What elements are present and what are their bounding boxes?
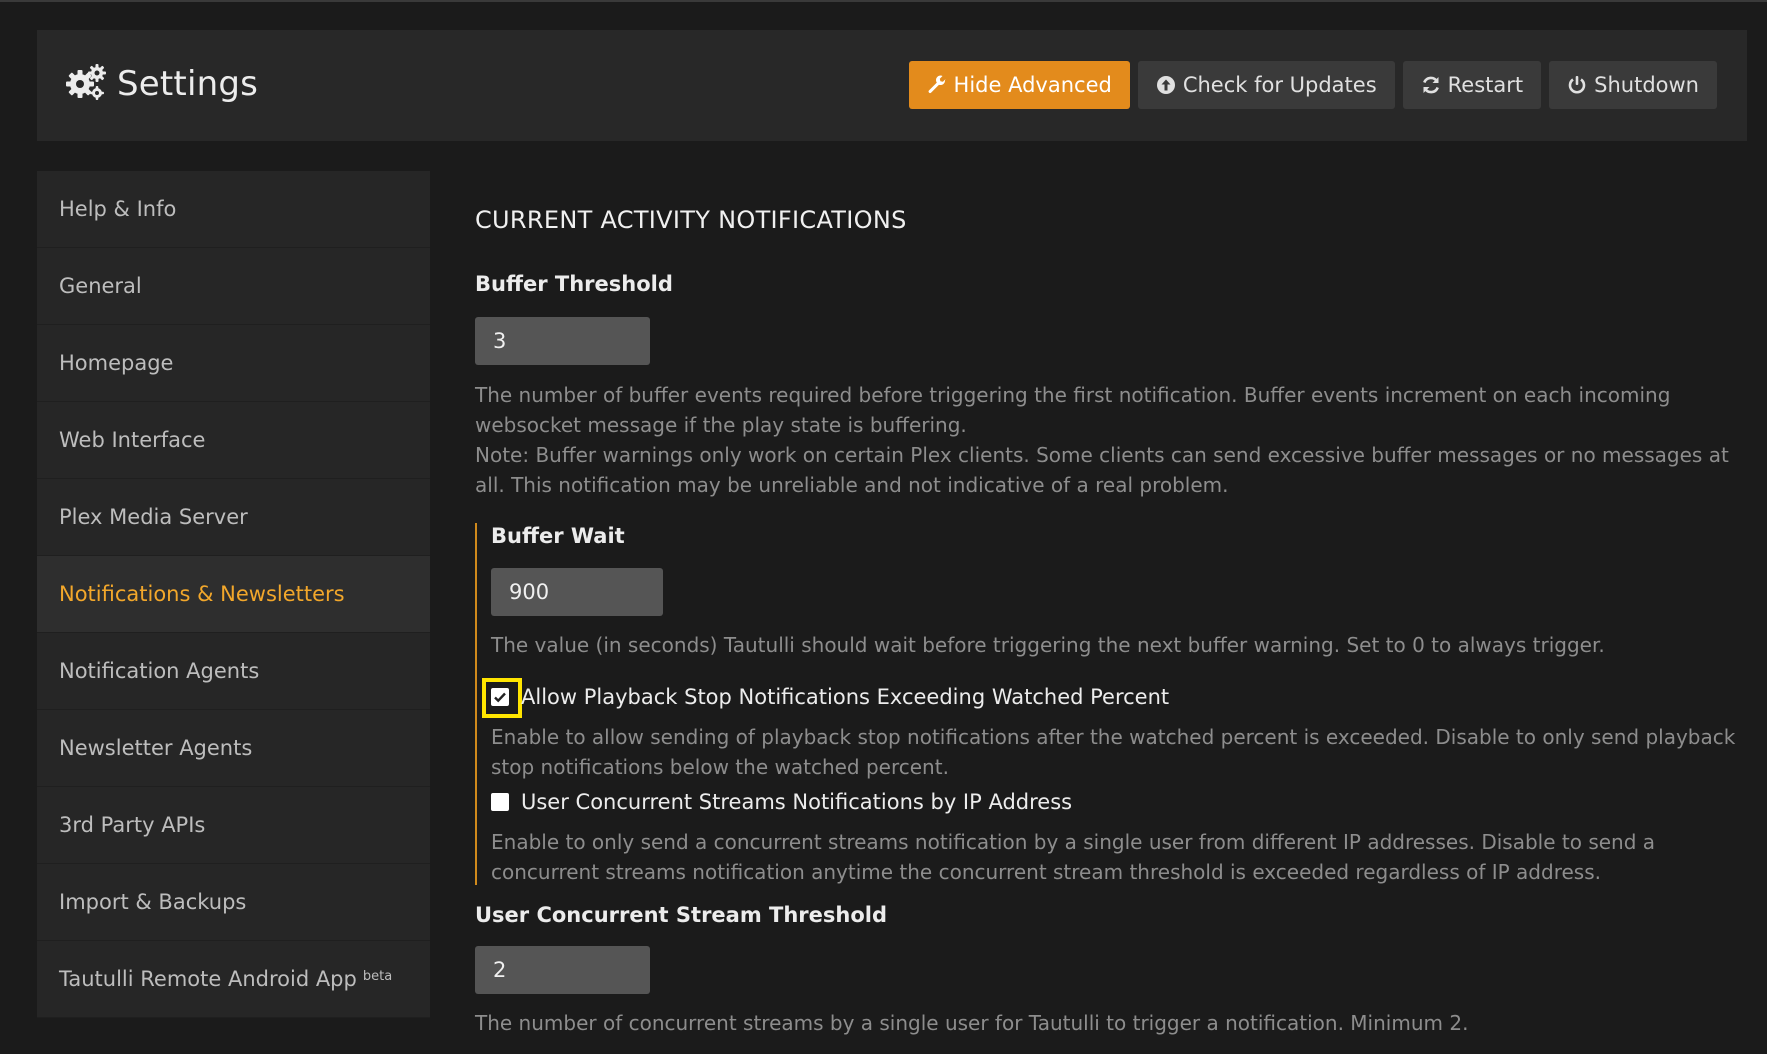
sidebar-item-plex-media-server[interactable]: Plex Media Server [37,479,430,556]
arrow-circle-up-icon [1156,75,1176,95]
sidebar-item-tautulli-remote-app[interactable]: Tautulli Remote Android App beta [37,941,430,1018]
buffer-wait-label: Buffer Wait [491,524,625,548]
wrench-icon [927,75,947,95]
sidebar-item-notifications-newsletters[interactable]: Notifications & Newsletters [37,556,430,633]
concurrent-threshold-input[interactable]: 2 [475,946,650,994]
concurrent-by-ip-label: User Concurrent Streams Notifications by… [521,790,1073,814]
sidebar-item-label: Plex Media Server [59,505,248,529]
buffer-threshold-label: Buffer Threshold [475,272,673,296]
hide-advanced-label: Hide Advanced [953,73,1112,97]
page-title-text: Settings [117,64,259,104]
check-for-updates-label: Check for Updates [1182,73,1377,97]
settings-sidebar: Help & Info General Homepage Web Interfa… [37,171,430,1018]
refresh-icon [1421,75,1441,95]
sidebar-item-general[interactable]: General [37,248,430,325]
power-icon [1567,75,1587,95]
sidebar-item-label: General [59,274,142,298]
check-for-updates-button[interactable]: Check for Updates [1137,61,1395,109]
cogs-icon [65,63,107,105]
sidebar-item-label: Newsletter Agents [59,736,253,760]
concurrent-by-ip-row: User Concurrent Streams Notifications by… [491,790,1072,814]
shutdown-label: Shutdown [1594,73,1699,97]
sidebar-item-3rd-party-apis[interactable]: 3rd Party APIs [37,787,430,864]
concurrent-by-ip-help: Enable to only send a concurrent streams… [491,830,1656,884]
settings-header: Settings Hide Advanced Check for Updates… [37,30,1747,141]
hide-advanced-button[interactable]: Hide Advanced [908,61,1130,109]
sidebar-item-web-interface[interactable]: Web Interface [37,402,430,479]
sidebar-item-label: Import & Backups [59,890,247,914]
sidebar-item-label: Homepage [59,351,174,375]
sidebar-item-label: 3rd Party APIs [59,813,206,837]
concurrent-by-ip-checkbox[interactable] [491,793,509,811]
check-icon [494,692,506,703]
restart-label: Restart [1447,73,1524,97]
allow-playback-stop-label: Allow Playback Stop Notifications Exceed… [521,685,1170,709]
buffer-threshold-help: The number of buffer events required bef… [475,383,1671,437]
sidebar-item-homepage[interactable]: Homepage [37,325,430,402]
sidebar-item-notification-agents[interactable]: Notification Agents [37,633,430,710]
restart-button[interactable]: Restart [1402,61,1542,109]
header-actions: Hide Advanced Check for Updates Restart … [908,61,1717,109]
sidebar-item-label: Notifications & Newsletters [59,582,345,606]
sidebar-item-label: Notification Agents [59,659,260,683]
sidebar-item-newsletter-agents[interactable]: Newsletter Agents [37,710,430,787]
concurrent-threshold-help: The number of concurrent streams by a si… [475,1011,1469,1035]
allow-playback-stop-checkbox[interactable] [491,688,509,706]
advanced-indent-bar [475,523,477,885]
sidebar-item-label: Web Interface [59,428,206,452]
beta-badge: beta [362,968,393,984]
section-title: CURRENT ACTIVITY NOTIFICATIONS [475,206,907,234]
shutdown-button[interactable]: Shutdown [1549,61,1717,109]
buffer-threshold-note: Note: Buffer warnings only work on certa… [475,443,1729,497]
allow-playback-stop-row: Allow Playback Stop Notifications Exceed… [491,685,1169,709]
sidebar-item-help-info[interactable]: Help & Info [37,171,430,248]
sidebar-item-import-backups[interactable]: Import & Backups [37,864,430,941]
buffer-wait-help: The value (in seconds) Tautulli should w… [491,633,1605,657]
concurrent-threshold-label: User Concurrent Stream Threshold [475,903,888,927]
page-title: Settings [65,63,258,105]
sidebar-item-label: Tautulli Remote Android App [59,967,357,991]
buffer-threshold-input[interactable]: 3 [475,317,650,365]
allow-playback-stop-help: Enable to allow sending of playback stop… [491,725,1736,779]
top-border [0,0,1767,2]
buffer-wait-input[interactable]: 900 [491,568,663,616]
sidebar-item-label: Help & Info [59,197,177,221]
